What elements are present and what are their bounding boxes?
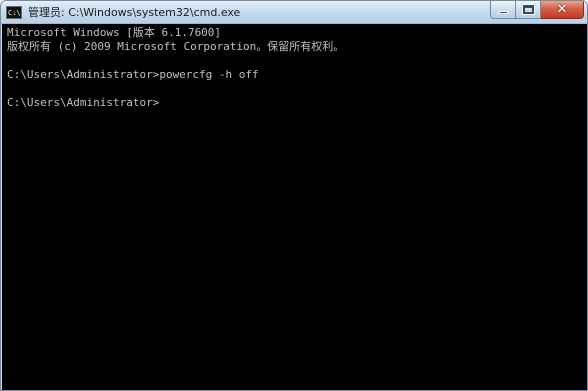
minimize-button[interactable] [490,1,516,19]
maximize-button[interactable] [516,1,541,19]
minimize-icon [498,11,508,14]
cmd-console-icon[interactable]: C:\ [6,5,22,19]
maximize-icon [522,5,534,14]
close-icon: ✕ [556,2,568,17]
title-bar[interactable]: C:\ 管理员: C:\Windows\system32\cmd.exe ✕ [1,1,587,24]
console-line-version: Microsoft Windows [版本 6.1.7600] [7,26,222,39]
console-line-copyright: 版权所有 (c) 2009 Microsoft Corporation。保留所有… [7,40,345,53]
close-button[interactable]: ✕ [541,1,584,19]
cmd-window: C:\ 管理员: C:\Windows\system32\cmd.exe ✕ M… [0,0,588,391]
window-title: 管理员: C:\Windows\system32\cmd.exe [28,6,241,19]
console-line-prompt[interactable]: C:\Users\Administrator> [7,96,587,110]
console-output-area[interactable]: Microsoft Windows [版本 6.1.7600] 版权所有 (c)… [2,24,587,390]
window-controls: ✕ [490,1,584,20]
console-line-command: C:\Users\Administrator>powercfg -h off [7,68,259,81]
icon-prompt-text: C:\ [8,8,21,17]
